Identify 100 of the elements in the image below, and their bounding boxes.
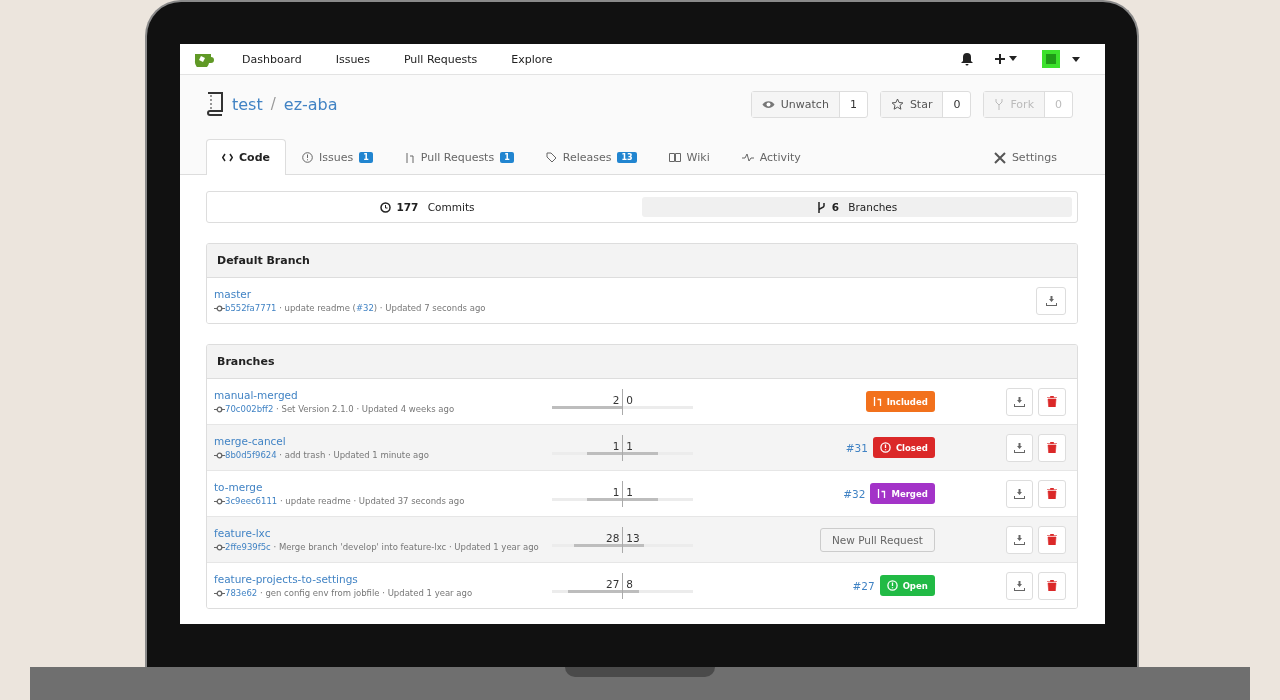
settings-tab[interactable]: Settings: [977, 139, 1073, 175]
pr-status-badge: Closed: [872, 437, 935, 458]
pulse-icon: [741, 153, 754, 162]
commit-icon: [214, 405, 225, 413]
repo-tab[interactable]: Activity: [725, 139, 817, 175]
commit-message: · gen config env from jobfile · Updated 1 year ago: [258, 588, 473, 598]
download-icon: [1014, 442, 1026, 453]
download-button[interactable]: [1005, 479, 1034, 508]
book-open-icon: [668, 153, 681, 162]
tag-icon: [545, 152, 557, 163]
path-separator: /: [270, 95, 276, 113]
trash-icon: [1047, 442, 1058, 453]
panel-header: Branches: [207, 345, 1077, 379]
panel-header: Default Branch: [207, 244, 1077, 278]
commit-sha-link[interactable]: 3c9eec6111: [225, 496, 278, 506]
bell-icon[interactable]: [961, 52, 973, 66]
ahead-count: 1: [625, 440, 635, 452]
delete-button[interactable]: [1038, 387, 1066, 416]
repo-action-button[interactable]: Unwatch: [751, 91, 840, 117]
book-icon: [206, 92, 224, 116]
download-icon: [1014, 580, 1026, 591]
branch-icon: [816, 201, 826, 213]
nav-link[interactable]: Pull Requests: [403, 52, 478, 66]
branch-name-link[interactable]: to-merge: [214, 481, 553, 493]
star-icon: [890, 97, 904, 111]
ahead-count: 1: [625, 486, 635, 498]
branch-name-link[interactable]: feature-lxc: [214, 527, 553, 539]
delete-button[interactable]: [1038, 479, 1066, 508]
delete-button[interactable]: [1038, 571, 1066, 600]
pull-request-link[interactable]: #32: [843, 487, 866, 500]
repo-action-count: 1: [848, 96, 858, 113]
trash-icon: [1047, 534, 1058, 545]
commit-sha-link[interactable]: 70c002bff2: [225, 404, 274, 414]
stats-link[interactable]: 177 Commits: [212, 197, 642, 217]
behind-count: 1: [611, 486, 621, 498]
commit-icon: [214, 589, 225, 597]
download-button[interactable]: [1005, 525, 1034, 554]
ahead-count: 8: [625, 578, 635, 590]
pr-status-badge: Included: [865, 391, 935, 412]
repo-action-count: 0: [1054, 96, 1063, 113]
commit-icon: [214, 543, 225, 551]
repo-action-button[interactable]: Star: [880, 91, 944, 117]
download-button[interactable]: [1005, 433, 1034, 462]
download-button[interactable]: [1005, 571, 1034, 600]
behind-count: 2: [611, 394, 621, 406]
behind-count: 1: [611, 440, 621, 452]
commit-sha-link[interactable]: 2ffe939f5c: [225, 542, 271, 552]
pr-status-badge: Open: [879, 575, 935, 596]
repo-tab[interactable]: Pull Requests 1: [388, 139, 530, 175]
history-icon: [379, 201, 391, 213]
download-icon: [1045, 295, 1057, 306]
ahead-count: 13: [625, 532, 641, 544]
pull-request-link[interactable]: #27: [852, 579, 875, 592]
commit-message-end: ) · Updated 7 seconds ago: [373, 303, 486, 313]
plus-dropdown-icon[interactable]: [995, 53, 1019, 65]
commit-message: · update readme (: [278, 303, 356, 313]
repo-tab[interactable]: Releases 13: [529, 139, 653, 175]
download-button[interactable]: [1005, 387, 1034, 416]
trash-icon: [1047, 396, 1058, 407]
repo-name-link[interactable]: ez-aba: [283, 94, 338, 114]
avatar-dropdown-icon[interactable]: [1041, 50, 1083, 68]
commit-icon: [214, 451, 225, 459]
nav-link[interactable]: Issues: [335, 52, 370, 66]
commit-message: · Merge branch 'develop' into feature-lxc · Updated 1 year ago: [272, 542, 539, 552]
pr-status-badge: Merged: [870, 483, 935, 504]
nav-link[interactable]: Dashboard: [242, 52, 302, 66]
branch-name-link[interactable]: manual-merged: [214, 389, 553, 401]
eye-icon: [761, 99, 775, 109]
download-icon: [1014, 488, 1026, 499]
commit-message: · update readme · Updated 37 seconds ago: [278, 496, 465, 506]
repo-tab[interactable]: Wiki: [652, 139, 726, 175]
behind-count: 28: [605, 532, 621, 544]
repo-tab[interactable]: Issues 1: [285, 139, 389, 175]
repo-owner-link[interactable]: test: [232, 94, 263, 114]
stats-link[interactable]: 6 Branches: [642, 197, 1072, 217]
branch-name-link[interactable]: feature-projects-to-settings: [214, 573, 553, 585]
delete-button[interactable]: [1038, 525, 1066, 554]
download-icon: [1014, 396, 1026, 407]
branch-name-link[interactable]: master: [214, 288, 584, 300]
commit-icon: [214, 304, 225, 312]
repo-action-count: 0: [952, 96, 962, 113]
nav-link[interactable]: Explore: [511, 52, 553, 66]
commit-sha-link[interactable]: 783e62: [225, 588, 258, 598]
commit-icon: [214, 497, 225, 505]
tea-cup-logo-icon[interactable]: [194, 51, 216, 67]
delete-button[interactable]: [1038, 433, 1066, 462]
new-pull-request-button[interactable]: New Pull Request: [819, 527, 935, 552]
commit-message: · Set Version 2.1.0 · Updated 4 weeks ago: [275, 404, 455, 414]
branch-name-link[interactable]: merge-cancel: [214, 435, 553, 447]
code-icon: [222, 153, 233, 162]
pull-request-link[interactable]: #31: [845, 441, 868, 454]
commit-sha-link[interactable]: b552fa7771: [225, 303, 277, 313]
repo-tab[interactable]: Code: [206, 139, 286, 175]
trash-icon: [1047, 488, 1058, 499]
pull-request-icon: [404, 151, 415, 164]
commit-sha-link[interactable]: 8b0d5f9624: [225, 450, 277, 460]
ahead-count: 0: [625, 394, 635, 406]
commit-message: · add trash · Updated 1 minute ago: [278, 450, 429, 460]
fork-icon: [994, 97, 1005, 111]
download-button[interactable]: [1036, 286, 1066, 315]
